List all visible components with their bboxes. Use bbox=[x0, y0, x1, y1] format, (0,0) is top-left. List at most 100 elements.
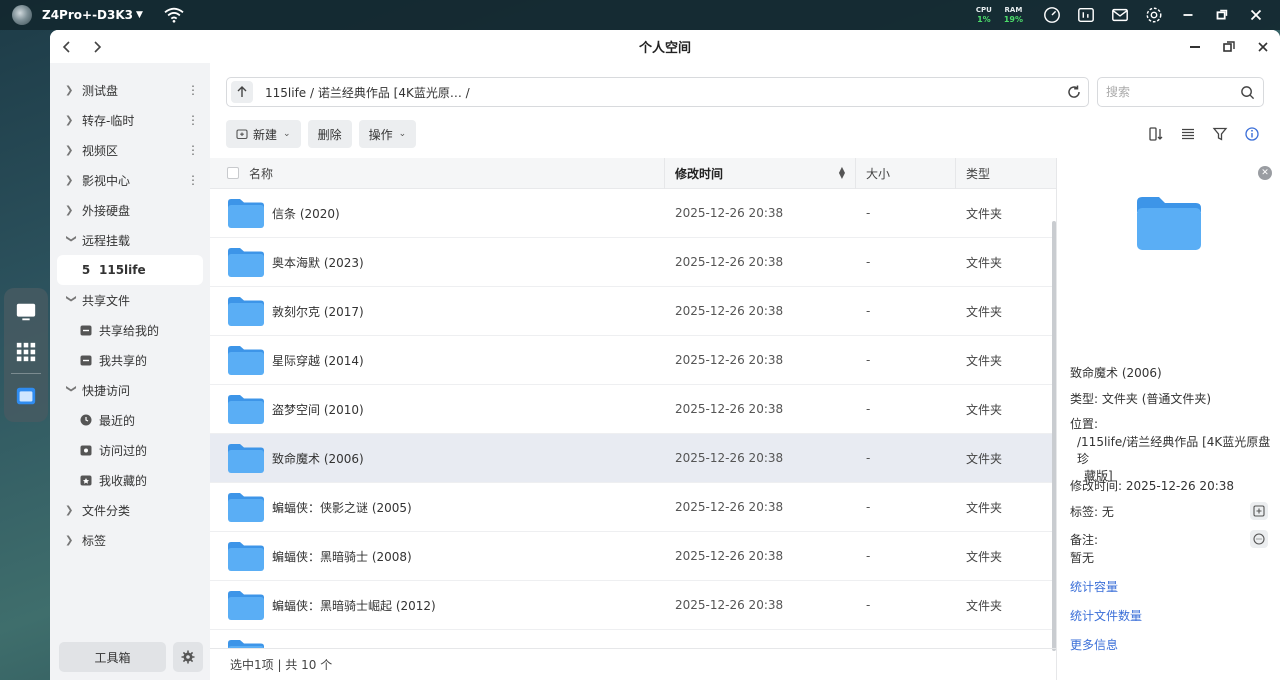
mail-icon[interactable] bbox=[1110, 5, 1130, 25]
up-arrow-icon[interactable] bbox=[231, 81, 253, 103]
row-name[interactable]: 致命魔术 (2006) bbox=[272, 450, 364, 467]
window-restore-icon[interactable] bbox=[1212, 30, 1246, 63]
detail-tag-value: 无 bbox=[1101, 505, 1114, 519]
desktop-icon[interactable] bbox=[12, 298, 40, 326]
sidebar-item-label: 文件分类 bbox=[82, 503, 131, 518]
search-input[interactable] bbox=[1106, 85, 1226, 99]
detail-close-icon[interactable]: ✕ bbox=[1258, 166, 1272, 180]
row-name[interactable]: 敦刻尔克 (2017) bbox=[272, 303, 364, 320]
select-all-checkbox[interactable] bbox=[227, 167, 239, 179]
forward-arrow-icon[interactable] bbox=[88, 38, 106, 56]
chevron-right-icon: ❯ bbox=[65, 534, 74, 546]
detail-name: 致命魔术 (2006) bbox=[1070, 366, 1162, 380]
ram-usage[interactable]: RAM 19% bbox=[1004, 6, 1023, 24]
search-icon[interactable] bbox=[1240, 85, 1255, 100]
list-view-icon[interactable] bbox=[1179, 125, 1197, 143]
sidebar-item-file-categories[interactable]: ❯ 文件分类 bbox=[50, 495, 210, 525]
table-row[interactable]: 奥本海默 (2023) 2025-12-26 20:38 - 文件夹 bbox=[210, 238, 1056, 287]
row-name[interactable]: 星际穿越 (2014) bbox=[272, 352, 364, 369]
table-row[interactable]: 信条 (2020) 2025-12-26 20:38 - 文件夹 bbox=[210, 189, 1056, 238]
row-time: 2025-12-26 20:38 bbox=[675, 304, 784, 318]
device-name-dropdown[interactable]: Z4Pro+-D3K3 ▼ bbox=[42, 8, 143, 22]
sidebar-item-recent[interactable]: 最近的 bbox=[50, 405, 210, 435]
close-icon[interactable] bbox=[1246, 5, 1266, 25]
wifi-icon[interactable] bbox=[163, 6, 185, 24]
stat-capacity-link[interactable]: 统计容量 bbox=[1070, 578, 1118, 595]
column-header-name[interactable]: 名称 bbox=[210, 158, 665, 189]
minimize-icon[interactable] bbox=[1178, 5, 1198, 25]
task-manager-icon[interactable] bbox=[1076, 5, 1096, 25]
table-row[interactable]: 敦刻尔克 (2017) 2025-12-26 20:38 - 文件夹 bbox=[210, 287, 1056, 336]
restore-icon[interactable] bbox=[1212, 5, 1232, 25]
table-row[interactable]: 盗梦空间 (2010) 2025-12-26 20:38 - 文件夹 bbox=[210, 385, 1056, 434]
sidebar-item-external-disk[interactable]: ❯ 外接硬盘 bbox=[50, 195, 210, 225]
search-box[interactable] bbox=[1097, 77, 1264, 107]
info-icon[interactable] bbox=[1243, 125, 1261, 143]
back-arrow-icon[interactable] bbox=[58, 38, 76, 56]
row-name[interactable]: 蝙蝠侠：侠影之谜 (2005) bbox=[272, 499, 412, 516]
row-name[interactable]: 盗梦空间 (2010) bbox=[272, 401, 364, 418]
table-row[interactable]: 星际穿越 (2014) 2025-12-26 20:38 - 文件夹 bbox=[210, 336, 1056, 385]
sidebar-item-remote-mount[interactable]: ❯ 远程挂载 bbox=[50, 225, 210, 255]
sort-toggle-icon[interactable]: ▲ ▼ bbox=[839, 166, 845, 180]
more-icon[interactable]: ⋮ bbox=[187, 83, 199, 97]
chevron-down-icon: ▼ bbox=[136, 10, 143, 20]
sidebar-settings-gear-icon[interactable] bbox=[173, 642, 203, 672]
more-icon[interactable]: ⋮ bbox=[187, 143, 199, 157]
shared-out-icon bbox=[80, 354, 92, 366]
table-row[interactable]: 蝙蝠侠：黑暗骑士崛起 (2012) 2025-12-26 20:38 - 文件夹 bbox=[210, 581, 1056, 630]
row-name[interactable]: 信条 (2020) bbox=[272, 205, 340, 222]
app-grid-icon[interactable] bbox=[12, 338, 40, 366]
sidebar-item-shared-files[interactable]: ❯ 共享文件 bbox=[50, 285, 210, 315]
folder-icon bbox=[228, 297, 264, 326]
refresh-icon[interactable] bbox=[1066, 84, 1082, 100]
more-info-link[interactable]: 更多信息 bbox=[1070, 636, 1118, 653]
column-header-type[interactable]: 类型 bbox=[956, 158, 1056, 189]
row-name[interactable]: 蝙蝠侠：黑暗骑士 (2008) bbox=[272, 548, 412, 565]
more-icon[interactable]: ⋮ bbox=[187, 173, 199, 187]
path-bar[interactable]: 115life / 诺兰经典作品 [4K蓝光原… / bbox=[226, 77, 1089, 107]
row-name-cell: 星际穿越 (2014) bbox=[210, 344, 665, 376]
sidebar-item-visited[interactable]: 访问过的 bbox=[50, 435, 210, 465]
sidebar-item-favorites[interactable]: 我收藏的 bbox=[50, 465, 210, 495]
sidebar-item-test-disk[interactable]: ❯ 测试盘 ⋮ bbox=[50, 75, 210, 105]
sidebar-item-video-zone[interactable]: ❯ 视频区 ⋮ bbox=[50, 135, 210, 165]
window-close-icon[interactable] bbox=[1246, 30, 1280, 63]
stat-file-count-link[interactable]: 统计文件数量 bbox=[1070, 607, 1142, 624]
column-header-size[interactable]: 大小 bbox=[856, 158, 956, 189]
operate-button[interactable]: 操作 ⌄ bbox=[358, 120, 417, 148]
sidebar-item-quick-access[interactable]: ❯ 快捷访问 bbox=[50, 375, 210, 405]
folder-icon bbox=[228, 444, 264, 473]
sort-icon[interactable] bbox=[1147, 125, 1165, 143]
sidebar-item-transfer-temp[interactable]: ❯ 转存-临时 ⋮ bbox=[50, 105, 210, 135]
speedometer-icon[interactable] bbox=[1042, 5, 1062, 25]
table-row[interactable]: 蝙蝠侠：侠影之谜 (2005) 2025-12-26 20:38 - 文件夹 bbox=[210, 483, 1056, 532]
add-note-icon[interactable] bbox=[1250, 530, 1268, 548]
table-row[interactable]: 蝙蝠侠：黑暗骑士 (2008) 2025-12-26 20:38 - 文件夹 bbox=[210, 532, 1056, 581]
sidebar-item-115life[interactable]: 5 115life bbox=[57, 255, 203, 285]
sidebar-item-media-center[interactable]: ❯ 影视中心 ⋮ bbox=[50, 165, 210, 195]
more-icon[interactable]: ⋮ bbox=[187, 113, 199, 127]
filter-icon[interactable] bbox=[1211, 125, 1229, 143]
sidebar-item-shared-with-me[interactable]: 共享给我的 bbox=[50, 315, 210, 345]
window-minimize-icon[interactable] bbox=[1178, 30, 1212, 63]
sidebar-item-tags[interactable]: ❯ 标签 bbox=[50, 525, 210, 555]
table-row[interactable]: 致命魔术 (2006) 2025-12-26 20:38 - 文件夹 bbox=[210, 434, 1056, 483]
column-header-time[interactable]: 修改时间 ▲ ▼ bbox=[665, 158, 856, 189]
delete-button[interactable]: 删除 bbox=[307, 120, 352, 148]
row-time: 2025-12-26 20:38 bbox=[675, 206, 784, 220]
settings-icon[interactable] bbox=[1144, 5, 1164, 25]
toolbox-button[interactable]: 工具箱 bbox=[59, 642, 166, 672]
action-toolbar: 新建 ⌄ 删除 操作 ⌄ bbox=[226, 120, 423, 148]
row-name[interactable]: 奥本海默 (2023) bbox=[272, 254, 364, 271]
add-tag-icon[interactable] bbox=[1250, 502, 1268, 520]
table-row-partial[interactable] bbox=[210, 630, 1056, 648]
cpu-usage[interactable]: CPU 1% bbox=[976, 6, 992, 24]
new-button[interactable]: 新建 ⌄ bbox=[226, 120, 301, 148]
breadcrumb[interactable]: 115life / 诺兰经典作品 [4K蓝光原… / bbox=[265, 84, 470, 101]
row-name[interactable]: 蝙蝠侠：黑暗骑士崛起 (2012) bbox=[272, 597, 436, 614]
file-table: 名称 修改时间 ▲ ▼ 大小 类型 信条 (2020) 2025-12-26 20:… bbox=[210, 158, 1056, 648]
sidebar-item-my-shares[interactable]: 我共享的 bbox=[50, 345, 210, 375]
device-logo-icon[interactable] bbox=[12, 5, 32, 25]
file-manager-icon[interactable] bbox=[12, 382, 40, 410]
